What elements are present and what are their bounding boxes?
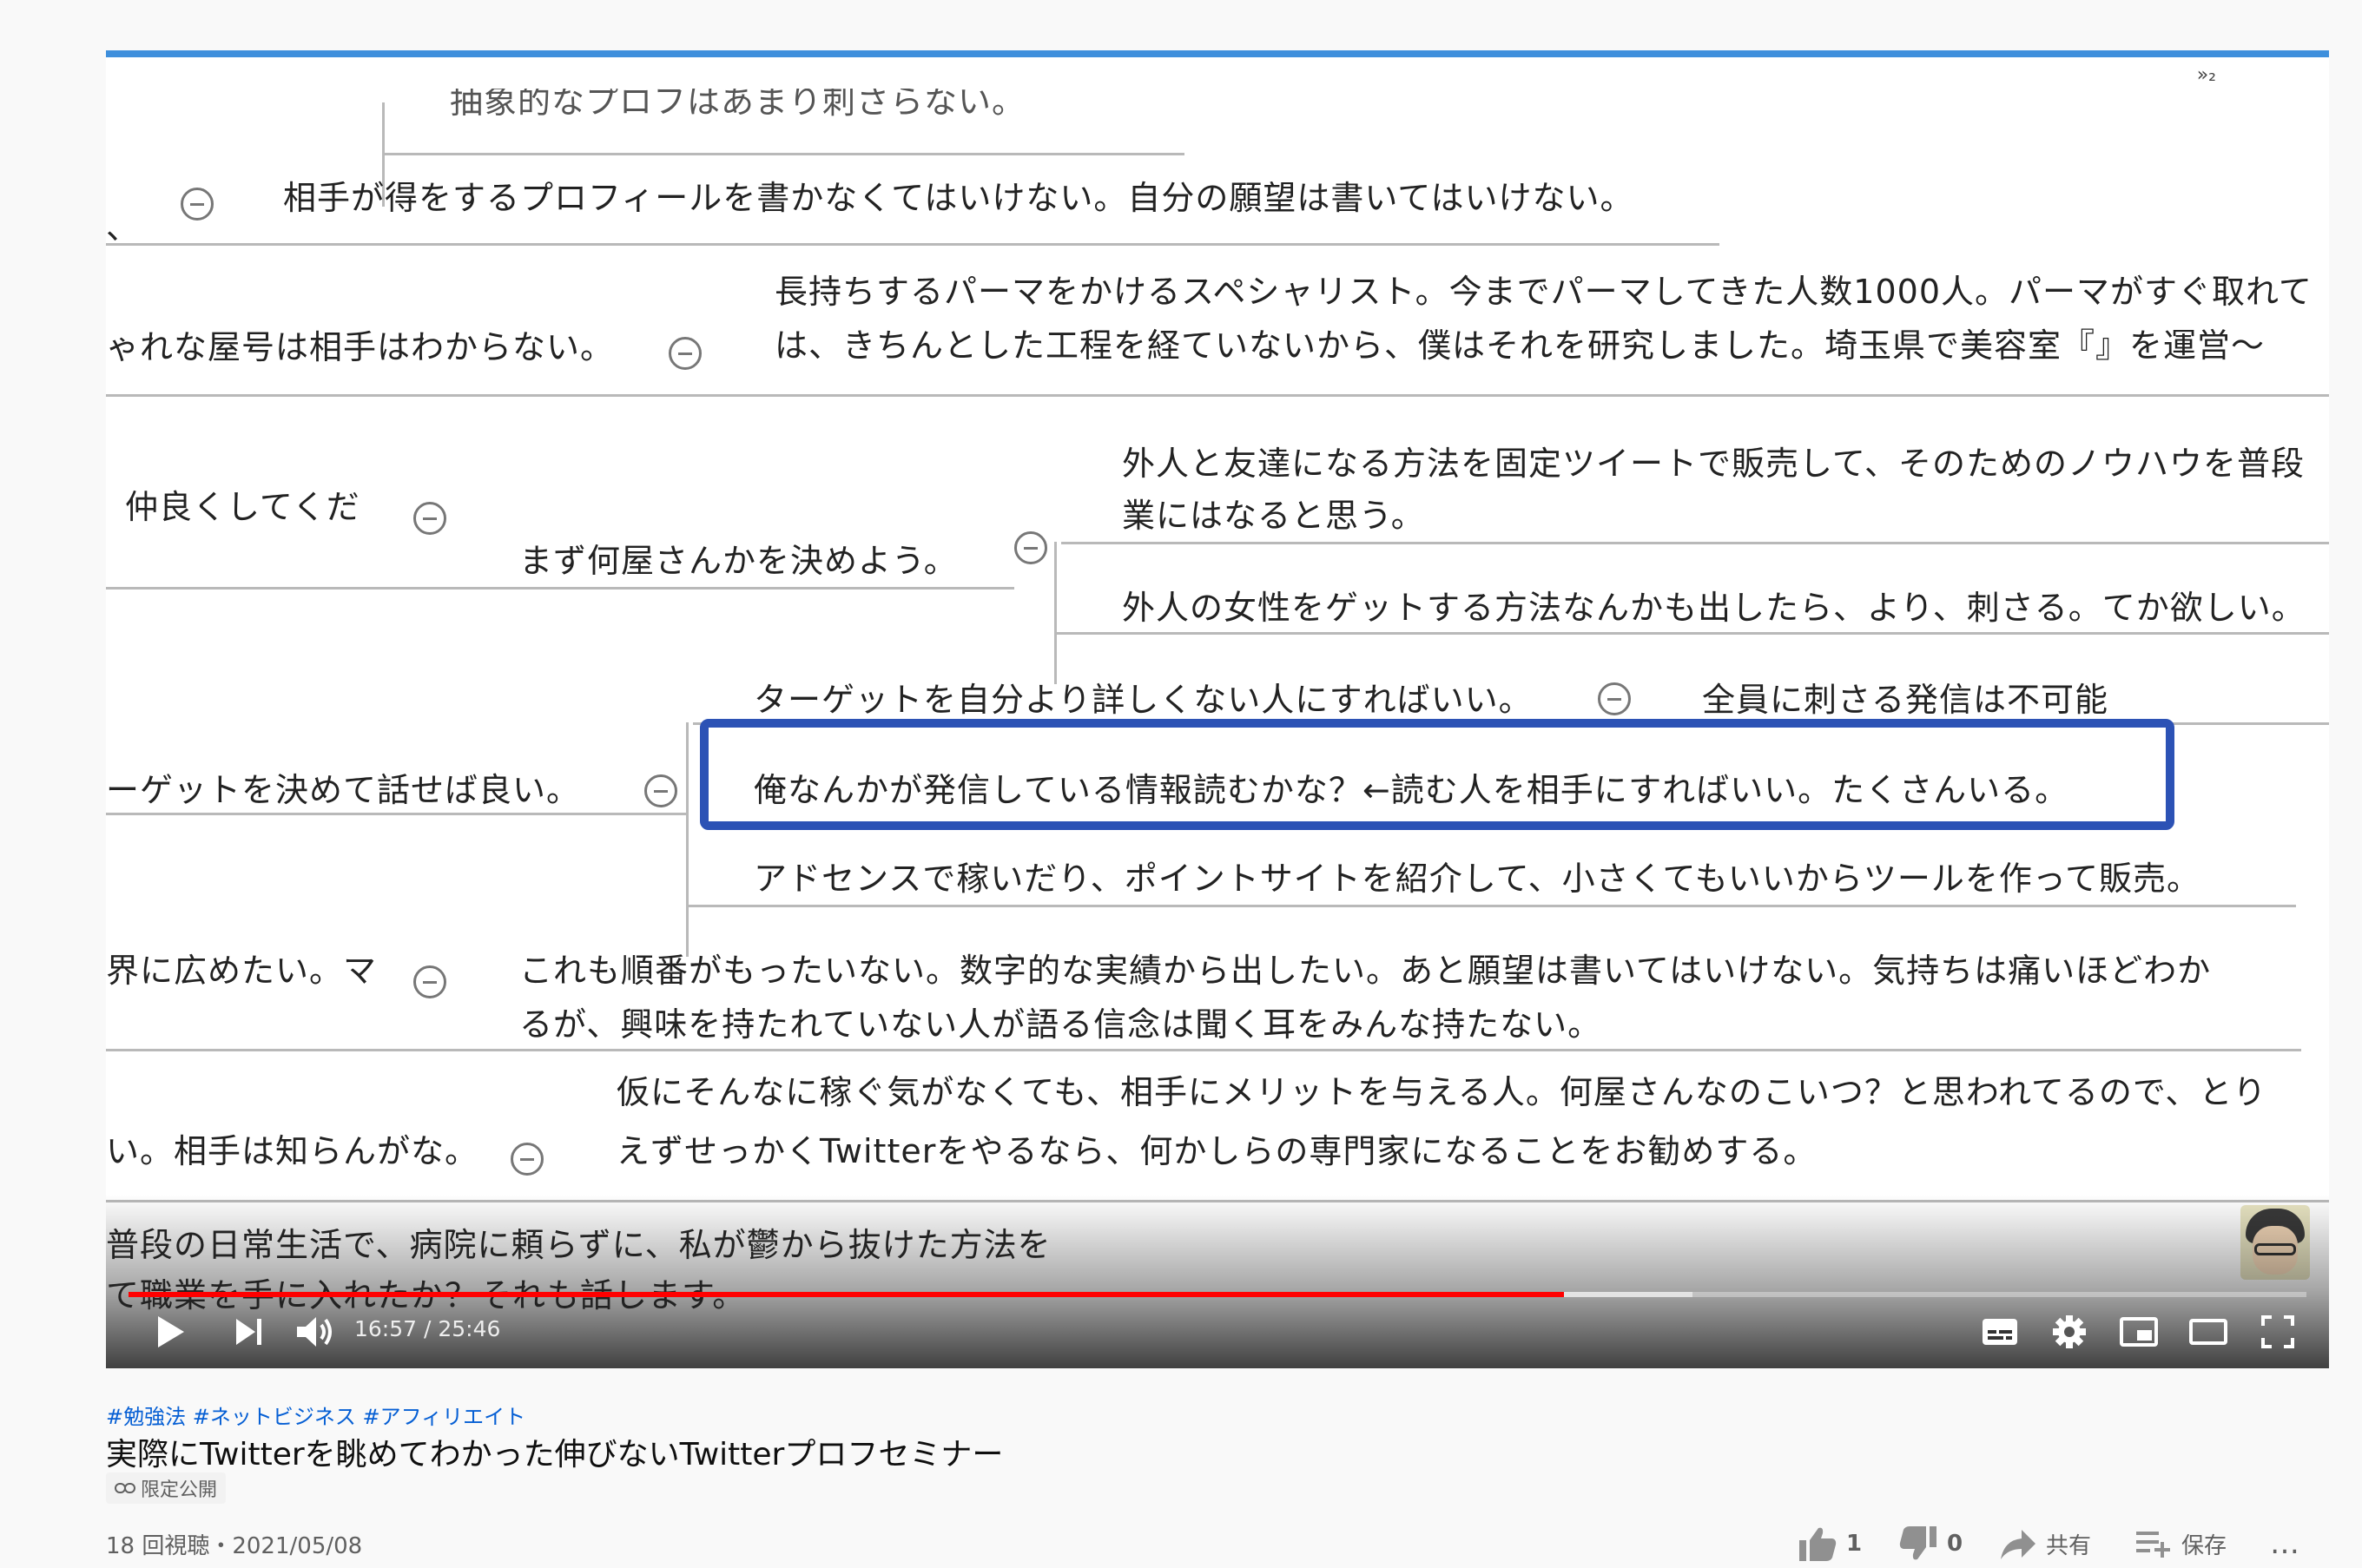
- mindmap-node: 抽象的なプロフはあまり刺さらない。: [450, 89, 1026, 120]
- save-label: 保存: [2181, 1532, 2227, 1559]
- branch-line: [382, 153, 1184, 155]
- branch-line: [106, 243, 1719, 246]
- time-display: 16:57 / 25:46: [354, 1316, 501, 1341]
- mindmap-node: アドセンスで稼いだり、ポイントサイトを紹介して、小さくてもいいからツールを作って…: [754, 860, 2200, 898]
- mindmap-node: 仲良くしてくだ: [125, 488, 360, 526]
- dislike-button[interactable]: 0: [1898, 1523, 1963, 1565]
- link-icon: [115, 1483, 135, 1493]
- subtitles-button[interactable]: [1969, 1308, 2030, 1356]
- mindmap-node: えずせっかくTwitterをやるなら、何かしらの専門家になることをお勧めする。: [617, 1132, 1818, 1170]
- branch-line: [686, 722, 689, 957]
- branch-line: [106, 587, 1014, 590]
- mindmap-node: 外人の女性をゲットする方法なんかも出したら、より、刺さる。てか欲しい。: [1122, 589, 2306, 627]
- video-title: 実際にTwitterを眺めてわかった伸びないTwitterプロフセミナー: [106, 1437, 1004, 1472]
- fullscreen-button[interactable]: [2247, 1308, 2308, 1356]
- mindmap-node: 長持ちするパーマをかけるスペシャリスト。今までパーマしてきた人数1000人。パー…: [775, 273, 2313, 311]
- volume-icon: [297, 1317, 332, 1347]
- dislike-count: 0: [1947, 1531, 1963, 1557]
- branch-line: [106, 1049, 2301, 1051]
- mindmap-node: 相手が得をするプロフィールを書かなくてはいけない。自分の願望は書いてはいけない。: [283, 179, 1634, 217]
- collapse-icon[interactable]: [1014, 531, 1047, 564]
- video-player[interactable]: »₂ 抽象的なプロフはあまり刺さらない。 、 相手が得をするプロフィールを書かな…: [106, 50, 2329, 1368]
- mindmap-node: ゃれな屋号は相手はわからない。: [106, 328, 615, 366]
- branch-line: [106, 394, 2329, 397]
- like-button[interactable]: 1: [1798, 1523, 1862, 1565]
- view-stats: 18 回視聴・2021/05/08: [106, 1533, 363, 1559]
- collapse-icon[interactable]: [413, 502, 446, 535]
- share-icon: [2001, 1530, 2035, 1559]
- volume-button[interactable]: [285, 1308, 346, 1356]
- mindmap-node: 業にはなると思う。: [1122, 497, 1425, 535]
- mindmap-node: まず何屋さんかを決めよう。: [519, 542, 958, 580]
- branch-line: [1054, 542, 1057, 684]
- gear-icon: [2053, 1315, 2086, 1348]
- collapse-icon[interactable]: [413, 965, 446, 998]
- collapse-icon[interactable]: [1598, 682, 1631, 715]
- overlay-text-line1: 普段の日常生活で、病院に頼らずに、私が鬱から抜けた方法を: [106, 1226, 1052, 1264]
- mindmap-node: これも順番がもったいない。数字的な実績から出したい。あと願望は書いてはいけない。…: [519, 952, 2212, 990]
- theater-button[interactable]: [2178, 1308, 2239, 1356]
- next-icon: [236, 1319, 261, 1345]
- corner-mark: »₂: [2196, 64, 2216, 86]
- visibility-badge: 限定公開: [106, 1472, 227, 1504]
- more-actions-button[interactable]: …: [2270, 1523, 2299, 1565]
- subtitles-icon: [1983, 1319, 2017, 1345]
- progress-bar[interactable]: [129, 1292, 2306, 1297]
- thumbs-up-icon: [1799, 1527, 1837, 1561]
- mindmap-node: 俺なんかが発信している情報読むかな？←読む人を相手にすればいい。たくさんいる。: [754, 771, 2069, 809]
- branch-line: [106, 813, 686, 815]
- mindmap-node: 界に広めたい。マ: [106, 952, 378, 990]
- mindmap-node: い。相手は知らんがな。: [106, 1132, 479, 1170]
- mindmap-node: るが、興味を持たれていない人が語る信念は聞く耳をみんな持たない。: [519, 1005, 1602, 1044]
- miniplayer-button[interactable]: [2108, 1308, 2169, 1356]
- settings-button[interactable]: [2039, 1308, 2100, 1356]
- thumbs-down-icon: [1899, 1526, 1936, 1560]
- playlist-add-icon: [2136, 1532, 2170, 1558]
- next-button[interactable]: [219, 1308, 280, 1356]
- collapse-icon[interactable]: [669, 337, 702, 370]
- play-icon: [158, 1316, 184, 1347]
- mindmap-node: 外人と友達になる方法を固定ツイートで販売して、そのためのノウハウを普段: [1122, 445, 2305, 483]
- share-button[interactable]: 共有: [1999, 1523, 2091, 1565]
- mindmap-node: ーゲットを決めて話せば良い。: [106, 771, 581, 809]
- branch-line: [686, 905, 2296, 907]
- play-button[interactable]: [141, 1308, 201, 1356]
- mindmap-node: 全員に刺さる発信は不可能: [1702, 681, 2109, 719]
- collapse-icon[interactable]: [644, 774, 677, 807]
- save-button[interactable]: 保存: [2134, 1523, 2227, 1565]
- miniplayer-icon: [2120, 1317, 2158, 1347]
- theater-icon: [2189, 1319, 2227, 1345]
- mindmap-node: ターゲットを自分より詳しくない人にすればいい。: [754, 681, 1533, 719]
- more-icon: …: [2270, 1526, 2299, 1561]
- branch-line: [1061, 542, 2329, 544]
- mindmap-node: 、: [106, 208, 141, 247]
- collapse-icon[interactable]: [511, 1143, 544, 1176]
- visibility-label: 限定公開: [141, 1479, 218, 1501]
- share-label: 共有: [2046, 1532, 2092, 1559]
- slide-top-bar: [106, 50, 2329, 57]
- progress-played: [129, 1292, 1564, 1297]
- collapse-icon[interactable]: [181, 188, 214, 221]
- hashtags[interactable]: #勉強法 #ネットビジネス #アフィリエイト: [106, 1400, 525, 1430]
- like-count: 1: [1846, 1531, 1863, 1557]
- mindmap-node: 仮にそんなに稼ぐ気がなくても、相手にメリットを与える人。何屋さんなのこいつ？と思…: [617, 1073, 2267, 1111]
- fullscreen-icon: [2261, 1315, 2294, 1348]
- mindmap-node: は、きちんとした工程を経ていないから、僕はそれを研究しました。埼玉県で美容室『』…: [775, 326, 2266, 365]
- branch-line: [1054, 632, 2329, 635]
